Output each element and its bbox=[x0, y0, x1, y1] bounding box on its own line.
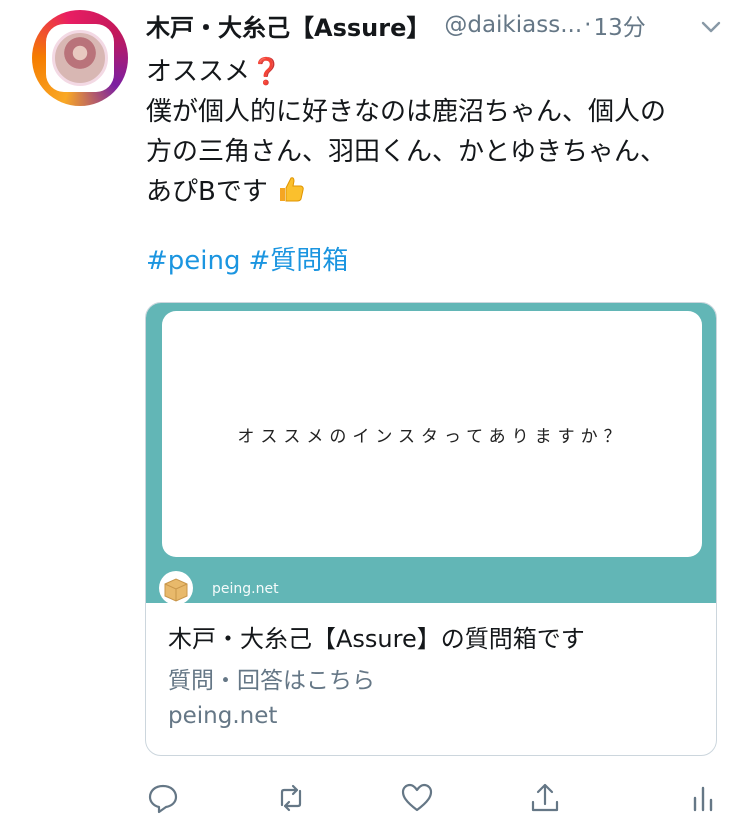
tweet-text-line-1: オススメ❓ bbox=[146, 57, 283, 87]
tweet-text-line-2: 僕が個人的に好きなのは鹿沼ちゃん、個人の bbox=[146, 97, 667, 127]
red-question-mark-emoji: ❓ bbox=[250, 57, 283, 87]
reply-icon[interactable] bbox=[145, 780, 181, 816]
card-image[interactable]: オススメのインスタってありますか？ peing.net bbox=[146, 303, 716, 605]
avatar-frame bbox=[46, 24, 114, 92]
thumbs-up-emoji-icon bbox=[280, 177, 304, 202]
avatar-photo bbox=[52, 30, 108, 86]
cardboard-box-icon bbox=[159, 571, 193, 605]
card-description: 質問・回答はこちら bbox=[168, 668, 375, 694]
author-name[interactable]: 木戸・大糸己【Assure】 bbox=[146, 8, 430, 43]
hashtag-row: #peing #質問箱 bbox=[146, 240, 356, 277]
tweet-header: 木戸・大糸己【Assure】 @daikiass... · 13分 bbox=[146, 8, 726, 42]
tweet-text: オススメ❓ 僕が個人的に好きなのは鹿沼ちゃん、個人の 方の三角さん、羽田くん、か… bbox=[146, 52, 726, 212]
card-title: 木戸・大糸己【Assure】の質問箱です bbox=[168, 625, 585, 653]
heart-icon[interactable] bbox=[399, 780, 435, 816]
chevron-down-icon[interactable] bbox=[696, 12, 726, 42]
card-domain: peing.net bbox=[168, 703, 278, 729]
tweet-text-line-4: あぴBです bbox=[146, 172, 726, 212]
tweet-time[interactable]: 13分 bbox=[593, 8, 645, 42]
analytics-icon[interactable] bbox=[685, 780, 721, 816]
tweet-actions bbox=[145, 780, 725, 820]
tweet-text-line-3: 方の三角さん、羽田くん、かとゆきちゃん、 bbox=[146, 137, 667, 167]
hashtag-link[interactable]: #peing bbox=[146, 246, 241, 276]
author-avatar[interactable] bbox=[32, 10, 128, 106]
share-icon[interactable] bbox=[527, 780, 563, 816]
card-image-site-label: peing.net bbox=[212, 581, 279, 597]
retweet-icon[interactable] bbox=[273, 780, 309, 816]
meta-separator: · bbox=[584, 12, 592, 38]
author-handle[interactable]: @daikiass... bbox=[444, 12, 582, 38]
link-card[interactable]: オススメのインスタってありますか？ peing.net 木戸・大糸己【Assur… bbox=[145, 302, 717, 756]
hashtag-link[interactable]: #質問箱 bbox=[249, 246, 349, 276]
card-question-text: オススメのインスタってありますか？ bbox=[237, 426, 627, 447]
card-question-box: オススメのインスタってありますか？ bbox=[162, 311, 702, 557]
